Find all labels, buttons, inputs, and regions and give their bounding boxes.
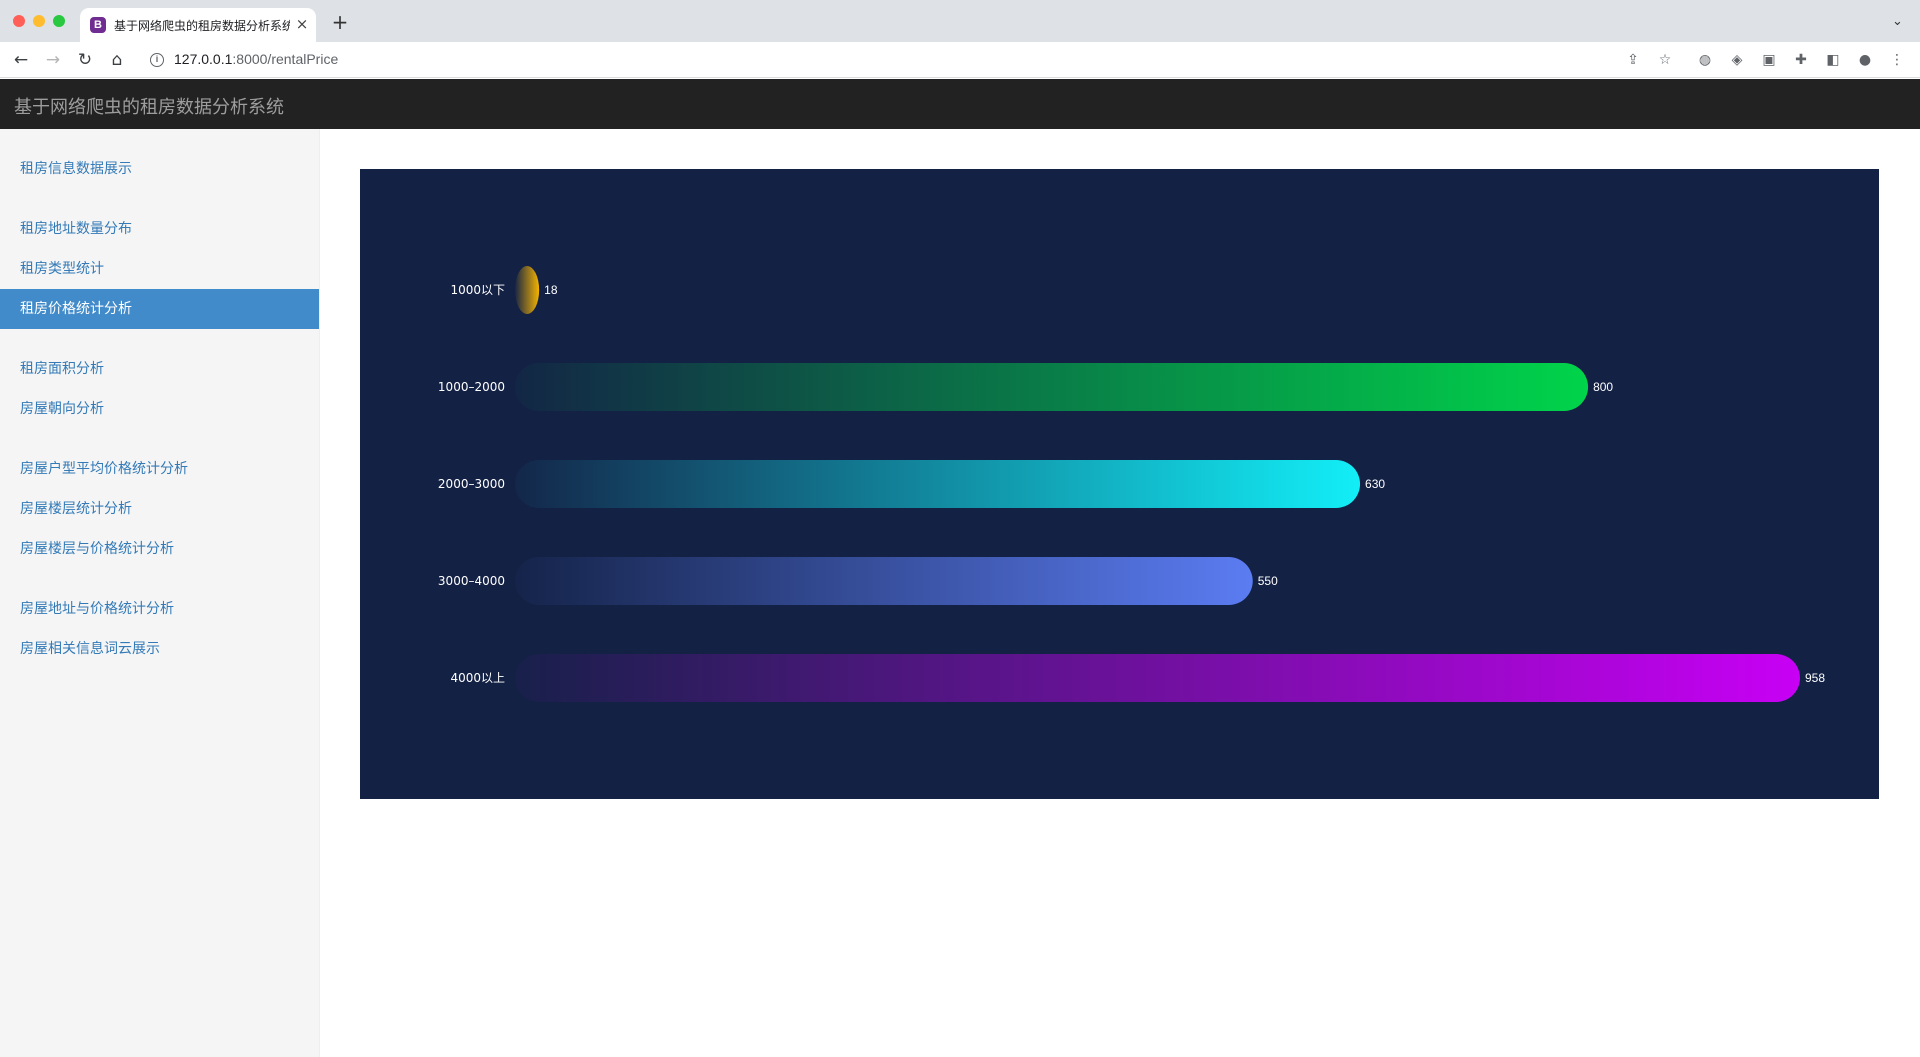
bar-0[interactable] [515,266,540,314]
window-maximize-dot[interactable] [53,15,65,27]
forward-arrow-icon[interactable]: → [42,49,64,71]
home-icon[interactable]: ⌂ [106,49,128,71]
browser-tab[interactable]: B 基于网络爬虫的租房数据分析系统 × [80,8,316,42]
back-arrow-icon[interactable]: ← [10,49,32,71]
share-icon[interactable]: ⇪ [1624,51,1642,69]
category-label: 1000以下 [450,283,505,297]
bar-2[interactable] [515,460,1361,508]
address-bar[interactable]: 127.0.0.1:8000/rentalPrice [174,51,338,67]
sidebar-item-orientation[interactable]: 房屋朝向分析 [0,389,319,429]
value-label: 18 [544,283,558,297]
browser-menu-icon[interactable]: ⋮ [1888,51,1906,69]
category-label: 2000–3000 [438,477,505,491]
bar-1[interactable] [515,363,1589,411]
tab-close-icon[interactable]: × [294,16,310,32]
value-label: 958 [1805,671,1825,685]
value-label: 550 [1258,574,1278,588]
price-chart-panel: 1000以下 18 1000–2000 800 2000–3000 630 3000–400… [360,169,1879,799]
chevron-down-icon[interactable]: ⌄ [1892,14,1906,29]
bar-3[interactable] [515,557,1253,605]
bookmark-star-icon[interactable]: ☆ [1656,51,1674,69]
app-navbar: 基于网络爬虫的租房数据分析系统 [0,79,1920,129]
site-info-icon[interactable]: i [150,53,164,67]
extension-screen-icon[interactable]: ▣ [1760,51,1778,69]
url-path: :8000/rentalPrice [232,51,339,67]
value-label: 630 [1365,477,1385,491]
sidebar-item-address-distribution[interactable]: 租房地址数量分布 [0,209,319,249]
tab-title: 基于网络爬虫的租房数据分析系统 [114,19,290,33]
sidebar-item-rental-type[interactable]: 租房类型统计 [0,249,319,289]
sidebar-item-floor-price[interactable]: 房屋楼层与价格统计分析 [0,529,319,569]
new-tab-button[interactable]: + [330,12,350,32]
value-label: 800 [1593,380,1613,394]
extensions-puzzle-icon[interactable]: ✚ [1792,51,1810,69]
bar-4[interactable] [515,654,1800,702]
reload-icon[interactable]: ↻ [74,49,96,71]
window-minimize-dot[interactable] [33,15,45,27]
app-brand-title[interactable]: 基于网络爬虫的租房数据分析系统 [14,93,284,119]
category-label: 3000–4000 [438,574,505,588]
sidebar-item-address-price[interactable]: 房屋地址与价格统计分析 [0,589,319,629]
extension-avatar-icon[interactable]: ◍ [1696,51,1714,69]
side-panel-icon[interactable]: ◧ [1824,51,1842,69]
sidebar: 租房信息数据展示 租房地址数量分布 租房类型统计 租房价格统计分析 租房面积分析… [0,129,320,1057]
sidebar-item-layout-avg-price[interactable]: 房屋户型平均价格统计分析 [0,449,319,489]
category-label: 4000以上 [450,671,505,685]
profile-avatar-icon[interactable]: ● [1856,51,1874,69]
category-label: 1000–2000 [438,380,505,394]
extension-layers-icon[interactable]: ◈ [1728,51,1746,69]
browser-tab-strip: B 基于网络爬虫的租房数据分析系统 × + ⌄ [0,0,1920,42]
window-close-dot[interactable] [13,15,25,27]
sidebar-item-area-analysis[interactable]: 租房面积分析 [0,349,319,389]
sidebar-item-price-analysis[interactable]: 租房价格统计分析 [0,289,319,329]
url-host: 127.0.0.1 [174,51,233,67]
bootstrap-favicon-icon: B [90,17,106,33]
sidebar-item-floor-stats[interactable]: 房屋楼层统计分析 [0,489,319,529]
price-bar-chart: 1000以下 18 1000–2000 800 2000–3000 630 3000–400… [438,266,1825,702]
browser-toolbar: ← → ↻ ⌂ i 127.0.0.1:8000/rentalPrice ⇪ ☆… [0,42,1920,78]
sidebar-item-word-cloud[interactable]: 房屋相关信息词云展示 [0,629,319,669]
sidebar-item-rental-info[interactable]: 租房信息数据展示 [0,149,319,189]
